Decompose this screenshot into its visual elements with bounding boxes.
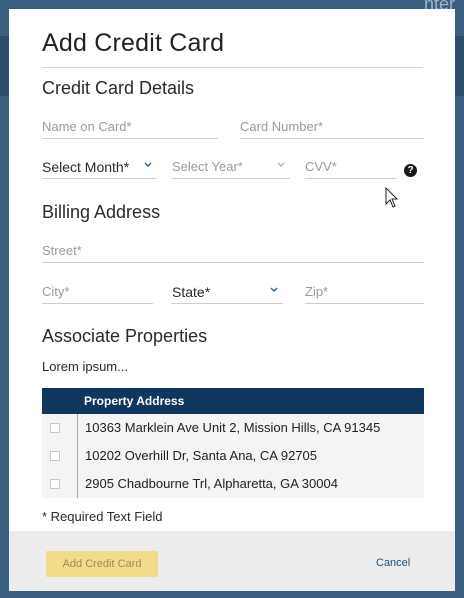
table-header: Property Address bbox=[42, 388, 424, 414]
help-icon[interactable]: ? bbox=[404, 164, 417, 177]
city-field[interactable]: City* bbox=[42, 282, 153, 304]
card-number-field[interactable]: Card Number* bbox=[240, 117, 424, 139]
cvv-placeholder: CVV* bbox=[305, 159, 337, 174]
name-on-card-field[interactable]: Name on Card* bbox=[42, 117, 218, 139]
table-row[interactable]: 10202 Overhill Dr, Santa Ana, CA 92705 bbox=[42, 442, 424, 470]
add-credit-card-modal: Add Credit Card Credit Card Details Name… bbox=[9, 9, 455, 591]
row-address: 2905 Chadbourne Trl, Alpharetta, GA 3000… bbox=[85, 476, 338, 491]
section-billing-address: Billing Address bbox=[42, 202, 161, 222]
section-credit-card-details: Credit Card Details bbox=[42, 78, 195, 98]
cvv-field[interactable]: CVV* bbox=[305, 157, 397, 179]
row-checkbox[interactable] bbox=[50, 479, 60, 489]
row-checkbox[interactable] bbox=[50, 423, 60, 433]
chevron-down-icon bbox=[276, 157, 286, 167]
row-checkbox[interactable] bbox=[50, 451, 60, 461]
zip-field[interactable]: Zip* bbox=[305, 282, 424, 304]
modal-title: Add Credit Card bbox=[42, 29, 225, 57]
year-select-placeholder: Select Year* bbox=[172, 159, 243, 174]
table-row[interactable]: 10363 Marklein Ave Unit 2, Mission Hills… bbox=[42, 414, 424, 442]
state-select[interactable]: State* bbox=[172, 282, 283, 304]
name-on-card-placeholder: Name on Card* bbox=[42, 119, 132, 134]
section-associate-properties: Associate Properties bbox=[42, 326, 208, 346]
zip-placeholder: Zip* bbox=[305, 284, 329, 299]
table-row[interactable]: 2905 Chadbourne Trl, Alpharetta, GA 3000… bbox=[42, 470, 424, 498]
chevron-down-icon bbox=[143, 157, 153, 167]
row-address: 10202 Overhill Dr, Santa Ana, CA 92705 bbox=[85, 448, 317, 463]
row-address: 10363 Marklein Ave Unit 2, Mission Hills… bbox=[85, 420, 381, 435]
title-divider bbox=[42, 67, 423, 68]
year-select[interactable]: Select Year* bbox=[172, 157, 290, 179]
street-placeholder: Street* bbox=[42, 243, 82, 258]
column-header-property-address: Property Address bbox=[84, 394, 185, 408]
properties-description: Lorem ipsum... bbox=[42, 359, 128, 374]
property-table: Property Address 10363 Marklein Ave Unit… bbox=[42, 388, 424, 498]
card-number-placeholder: Card Number* bbox=[240, 119, 324, 134]
column-divider bbox=[77, 414, 78, 498]
month-select[interactable]: Select Month* bbox=[42, 157, 157, 179]
chevron-down-icon bbox=[269, 282, 279, 292]
modal-footer: Add Credit Card Cancel bbox=[9, 531, 455, 591]
mouse-cursor-icon bbox=[385, 187, 399, 208]
city-placeholder: City* bbox=[42, 284, 70, 299]
required-field-note: * Required Text Field bbox=[42, 509, 163, 524]
cancel-button[interactable]: Cancel bbox=[376, 557, 410, 569]
street-field[interactable]: Street* bbox=[42, 241, 424, 263]
state-select-value: State* bbox=[172, 284, 211, 300]
month-select-value: Select Month* bbox=[42, 159, 130, 175]
add-credit-card-button[interactable]: Add Credit Card bbox=[46, 551, 158, 577]
